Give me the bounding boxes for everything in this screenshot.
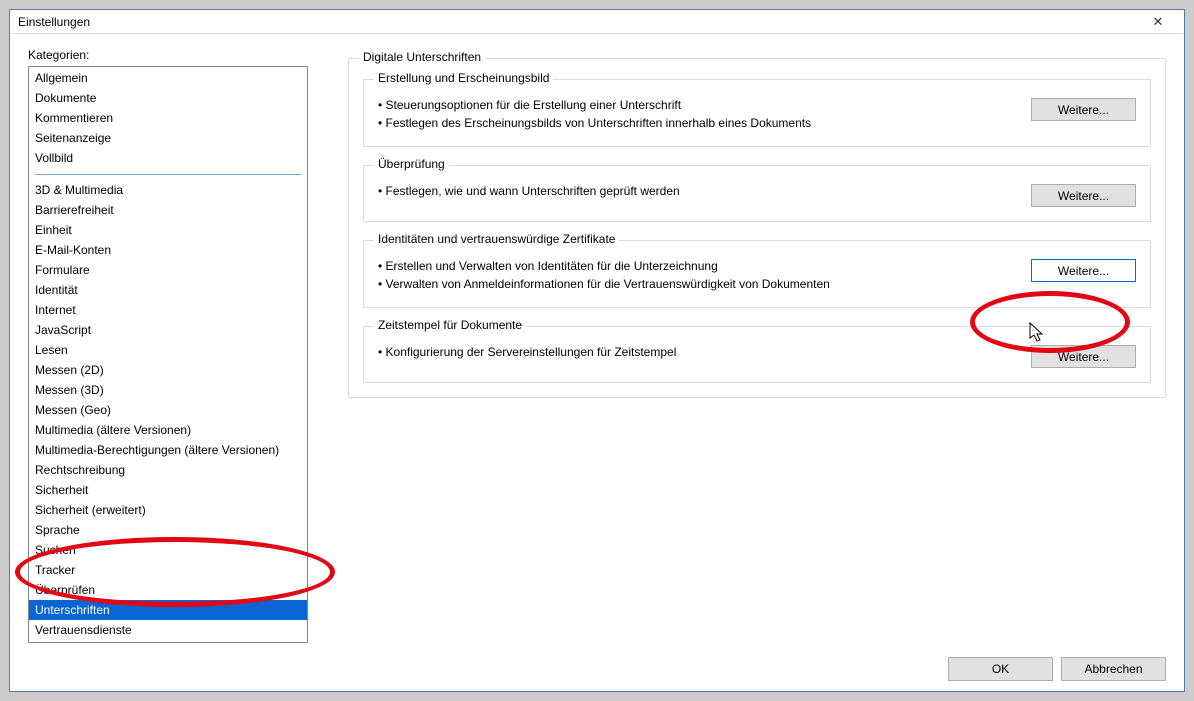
bullet-text: • Erstellen und Verwalten von Identitäte…: [378, 257, 1031, 275]
group-row: • Erstellen und Verwalten von Identitäte…: [378, 257, 1136, 293]
category-item[interactable]: Suchen: [29, 540, 307, 560]
category-item[interactable]: Rechtschreibung: [29, 460, 307, 480]
category-item[interactable]: Internet: [29, 300, 307, 320]
settings-group: Überprüfung• Festlegen, wie und wann Unt…: [363, 165, 1151, 222]
group-description: • Erstellen und Verwalten von Identitäte…: [378, 257, 1031, 293]
category-separator: [35, 174, 301, 175]
category-item[interactable]: Lesen: [29, 340, 307, 360]
category-item[interactable]: Messen (3D): [29, 380, 307, 400]
categories-listbox[interactable]: AllgemeinDokumenteKommentierenSeitenanze…: [28, 66, 308, 643]
bullet-text: • Steuerungsoptionen für die Erstellung …: [378, 96, 1031, 114]
settings-group: Erstellung und Erscheinungsbild• Steueru…: [363, 79, 1151, 147]
bullet-text: • Konfigurierung der Servereinstellungen…: [378, 343, 1031, 361]
settings-panel: Digitale Unterschriften Erstellung und E…: [348, 48, 1166, 643]
category-item[interactable]: Unterschriften: [29, 600, 307, 620]
group-title: Zeitstempel für Dokumente: [374, 318, 526, 332]
group-row: • Konfigurierung der Servereinstellungen…: [378, 343, 1136, 368]
category-item[interactable]: Sicherheit: [29, 480, 307, 500]
digital-signatures-group: Digitale Unterschriften Erstellung und E…: [348, 58, 1166, 398]
group-description: • Konfigurierung der Servereinstellungen…: [378, 343, 1031, 361]
group-title: Erstellung und Erscheinungsbild: [374, 71, 553, 85]
more-button[interactable]: Weitere...: [1031, 184, 1136, 207]
panel-title: Digitale Unterschriften: [359, 50, 485, 64]
titlebar: Einstellungen ✕: [10, 10, 1184, 34]
more-button[interactable]: Weitere...: [1031, 259, 1136, 282]
category-item[interactable]: Allgemein: [29, 68, 307, 88]
category-item[interactable]: Messen (2D): [29, 360, 307, 380]
settings-dialog: Einstellungen ✕ Kategorien: AllgemeinDok…: [9, 9, 1185, 692]
ok-button[interactable]: OK: [948, 657, 1053, 681]
category-item[interactable]: Kommentieren: [29, 108, 307, 128]
category-item[interactable]: E-Mail-Konten: [29, 240, 307, 260]
bullet-text: • Festlegen des Erscheinungsbilds von Un…: [378, 114, 1031, 132]
dialog-title: Einstellungen: [18, 15, 1138, 29]
more-button[interactable]: Weitere...: [1031, 345, 1136, 368]
more-button[interactable]: Weitere...: [1031, 98, 1136, 121]
cancel-button[interactable]: Abbrechen: [1061, 657, 1166, 681]
close-button[interactable]: ✕: [1138, 11, 1178, 33]
group-description: • Festlegen, wie und wann Unterschriften…: [378, 182, 1031, 200]
group-title: Überprüfung: [374, 157, 449, 171]
bullet-text: • Festlegen, wie und wann Unterschriften…: [378, 182, 1031, 200]
close-icon: ✕: [1153, 14, 1164, 30]
group-row: • Festlegen, wie und wann Unterschriften…: [378, 182, 1136, 207]
categories-panel: Kategorien: AllgemeinDokumenteKommentier…: [28, 48, 308, 643]
category-item[interactable]: Vollbild: [29, 148, 307, 168]
category-item[interactable]: Vertrauensdienste: [29, 620, 307, 640]
group-title: Identitäten und vertrauenswürdige Zertif…: [374, 232, 619, 246]
category-item[interactable]: 3D & Multimedia: [29, 180, 307, 200]
category-item[interactable]: Messen (Geo): [29, 400, 307, 420]
category-item[interactable]: Multimedia (ältere Versionen): [29, 420, 307, 440]
category-item[interactable]: Dokumente: [29, 88, 307, 108]
category-item[interactable]: Seitenanzeige: [29, 128, 307, 148]
dialog-footer: OK Abbrechen: [28, 643, 1166, 681]
category-item[interactable]: Einheit: [29, 220, 307, 240]
category-item[interactable]: Sicherheit (erweitert): [29, 500, 307, 520]
dialog-content: Kategorien: AllgemeinDokumenteKommentier…: [10, 34, 1184, 691]
categories-label: Kategorien:: [28, 48, 308, 62]
category-item[interactable]: JavaScript: [29, 320, 307, 340]
category-item[interactable]: Sprache: [29, 520, 307, 540]
category-item[interactable]: Multimedia-Berechtigungen (ältere Versio…: [29, 440, 307, 460]
category-item[interactable]: Barrierefreiheit: [29, 200, 307, 220]
main-row: Kategorien: AllgemeinDokumenteKommentier…: [28, 48, 1166, 643]
category-item[interactable]: Tracker: [29, 560, 307, 580]
category-item[interactable]: Überprüfen: [29, 580, 307, 600]
group-row: • Steuerungsoptionen für die Erstellung …: [378, 96, 1136, 132]
group-description: • Steuerungsoptionen für die Erstellung …: [378, 96, 1031, 132]
category-item[interactable]: Identität: [29, 280, 307, 300]
settings-group: Zeitstempel für Dokumente• Konfigurierun…: [363, 326, 1151, 383]
category-item[interactable]: Formulare: [29, 260, 307, 280]
settings-group: Identitäten und vertrauenswürdige Zertif…: [363, 240, 1151, 308]
bullet-text: • Verwalten von Anmeldeinformationen für…: [378, 275, 1031, 293]
